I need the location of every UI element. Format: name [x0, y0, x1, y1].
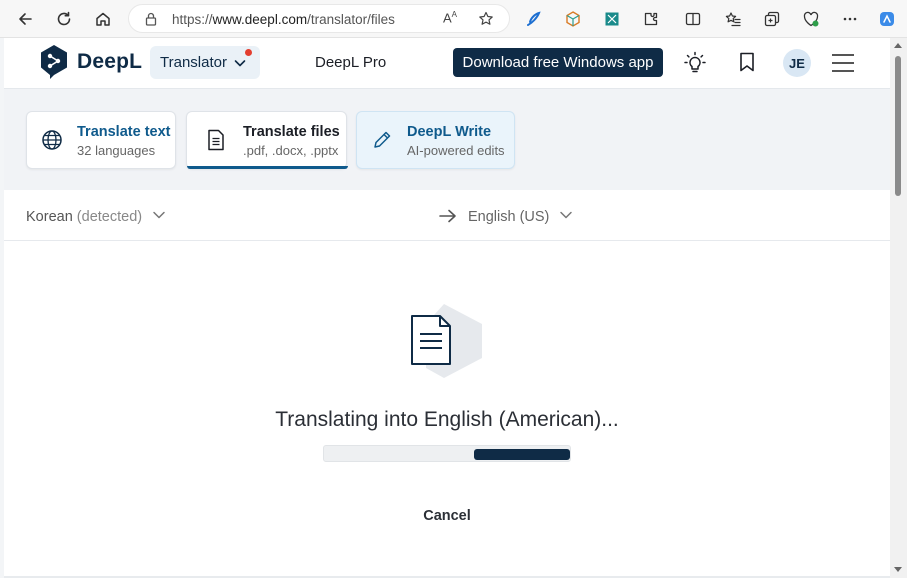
browser-essentials-icon[interactable]: [799, 7, 823, 31]
mode-selector: Translate text 32 languages Translate fi…: [4, 88, 890, 190]
page-content: DeepL Translator DeepL Pro Download free…: [4, 38, 890, 578]
translation-panel: Translating into English (American)... C…: [4, 242, 890, 578]
progress-bar: [323, 445, 571, 462]
chevron-down-icon: [153, 211, 165, 219]
translator-label: Translator: [160, 54, 227, 71]
translator-dropdown[interactable]: Translator: [150, 46, 260, 79]
deepl-logo[interactable]: DeepL: [39, 44, 142, 80]
pencil-icon: [374, 131, 391, 148]
cancel-button[interactable]: Cancel: [397, 504, 497, 528]
copilot-icon[interactable]: [875, 7, 899, 31]
tab-deepl-write[interactable]: DeepL Write AI-powered edits: [356, 111, 515, 169]
tab-translate-text[interactable]: Translate text 32 languages: [26, 111, 176, 169]
favorites-icon[interactable]: [721, 7, 745, 31]
back-icon[interactable]: [13, 7, 37, 31]
progress-fill: [474, 449, 570, 460]
split-screen-icon[interactable]: [681, 7, 705, 31]
extension-tile-icon[interactable]: [600, 7, 624, 31]
scroll-down-icon[interactable]: [894, 567, 902, 572]
tab-translate-text-subtitle: 32 languages: [77, 143, 156, 158]
extension-feather-icon[interactable]: [522, 7, 546, 31]
lock-icon[interactable]: [143, 11, 159, 27]
deepl-pro-link[interactable]: DeepL Pro: [315, 54, 386, 71]
hamburger-menu-icon[interactable]: [832, 54, 854, 72]
tab-deepl-write-title: DeepL Write: [407, 124, 492, 140]
more-options-icon[interactable]: [838, 7, 862, 31]
target-language: English (US): [468, 209, 550, 225]
tab-translate-files[interactable]: Translate files .pdf, .docx, .pptx: [186, 111, 348, 169]
deepl-logo-icon: [41, 45, 67, 79]
address-bar[interactable]: https://www.deepl.com/translator/files A…: [128, 4, 510, 33]
scroll-thumb[interactable]: [895, 56, 901, 196]
tab-deepl-write-subtitle: AI-powered edits: [407, 143, 505, 158]
language-bar: Korean (detected) English (US): [4, 191, 890, 241]
chevron-down-icon: [234, 59, 246, 66]
bookmark-icon[interactable]: [737, 51, 757, 73]
page-scrollbar[interactable]: [890, 38, 907, 578]
url-text[interactable]: https://www.deepl.com/translator/files: [172, 12, 395, 27]
extensions-puzzle-icon[interactable]: [639, 7, 663, 31]
favorite-star-icon[interactable]: [477, 10, 495, 28]
chevron-down-icon: [560, 211, 573, 219]
logo-text: DeepL: [77, 50, 143, 73]
site-header: DeepL Translator DeepL Pro Download free…: [4, 38, 890, 88]
user-avatar[interactable]: JE: [783, 49, 811, 77]
tab-translate-text-title: Translate text: [77, 124, 171, 140]
translation-status: Translating into English (American)...: [275, 408, 619, 431]
extension-cube-icon[interactable]: [561, 7, 585, 31]
arrow-right-icon: [439, 209, 456, 223]
document-icon: [208, 129, 224, 151]
notification-dot: [245, 49, 252, 56]
source-language: Korean: [26, 209, 73, 225]
document-translating-icon: [411, 304, 482, 378]
target-language-select[interactable]: English (US): [468, 208, 573, 225]
active-tab-indicator: [187, 166, 348, 169]
scroll-up-icon[interactable]: [894, 43, 902, 48]
globe-icon: [42, 130, 62, 150]
lightbulb-icon[interactable]: [683, 51, 707, 75]
home-icon[interactable]: [91, 7, 115, 31]
read-aloud-icon[interactable]: AA: [443, 10, 457, 25]
refresh-icon[interactable]: [52, 7, 76, 31]
detected-label: (detected): [76, 209, 143, 225]
tab-translate-files-title: Translate files: [243, 124, 340, 140]
browser-toolbar: https://www.deepl.com/translator/files A…: [0, 0, 907, 38]
download-app-button[interactable]: Download free Windows app: [453, 48, 663, 77]
tab-translate-files-subtitle: .pdf, .docx, .pptx: [243, 143, 339, 158]
source-language-select[interactable]: Korean (detected): [26, 208, 166, 225]
collections-icon[interactable]: [760, 7, 784, 31]
